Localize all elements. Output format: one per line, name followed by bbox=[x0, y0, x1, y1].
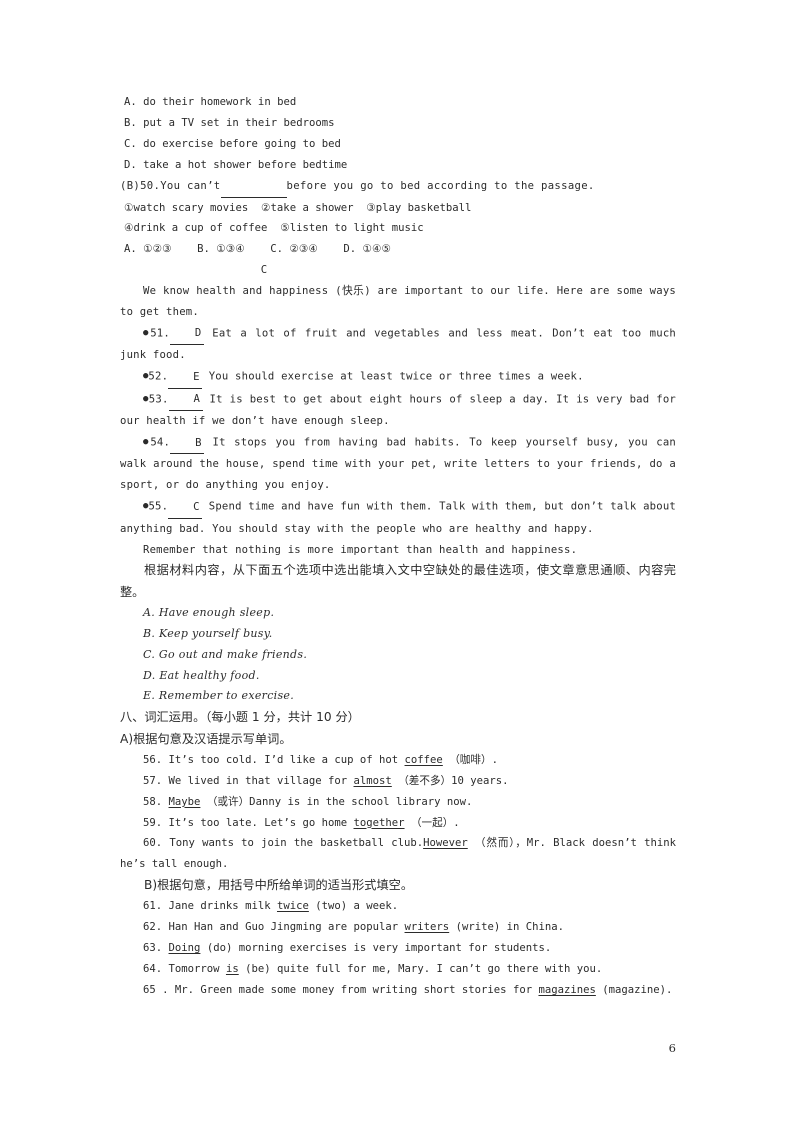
item-56-after: （咖啡）. bbox=[449, 753, 498, 766]
item-60-before: Tony wants to join the basketball club. bbox=[169, 837, 424, 850]
item-61-after: (two) a week. bbox=[315, 900, 399, 913]
item-60: 60. Tony wants to join the basketball cl… bbox=[120, 833, 676, 875]
section-eight-part-a-heading: A)根据句意及汉语提示写单词。 bbox=[120, 731, 292, 746]
item-57-number: 57. bbox=[143, 774, 163, 787]
item-60-number: 60. bbox=[143, 837, 163, 850]
passage-item-54: ●54. B It stops you from having bad habit… bbox=[120, 432, 676, 496]
passage-item-53: ●53. A It is best to get about eight hour… bbox=[120, 389, 676, 432]
passage-item-52-number: 52. bbox=[148, 370, 169, 383]
question-50-answer-tag: (B) bbox=[120, 179, 141, 192]
passage-item-55: ●55. C Spend time and have fun with them.… bbox=[120, 496, 676, 539]
passage-item-51-answer: D bbox=[169, 323, 204, 346]
item-56-number: 56. bbox=[143, 753, 163, 766]
passage-item-51: ●51. D Eat a lot of fruit and vegetables … bbox=[120, 323, 676, 366]
question-50-items-line2: ④drink a cup of coffee ⑤listen to light … bbox=[124, 222, 424, 235]
passage-item-55-number: 55. bbox=[148, 500, 169, 513]
item-65: 65 . Mr. Green made some money from writ… bbox=[120, 980, 676, 1001]
item-58-answer: Maybe bbox=[168, 795, 201, 808]
item-58: 58. Maybe （或许）Danny is in the school lib… bbox=[120, 792, 676, 813]
item-61-answer: twice bbox=[276, 900, 309, 913]
item-60-answer: However bbox=[423, 837, 468, 850]
lettered-option-b: B. Keep yourself busy. bbox=[143, 626, 273, 640]
question-50-text-before: You can’t bbox=[160, 179, 221, 192]
section-eight-heading: 八、词汇运用。（每小题 1 分，共计 10 分） bbox=[120, 710, 360, 725]
passage-item-53-text: It is best to get about eight hours of s… bbox=[120, 393, 676, 428]
choice-b-q49: B. put a TV set in their bedrooms bbox=[124, 116, 335, 129]
item-57-answer: almost bbox=[353, 774, 392, 787]
document-page: A. do their homework in bed B. put a TV … bbox=[0, 0, 794, 1123]
passage-item-54-answer: B bbox=[170, 433, 205, 455]
passage-item-53-number: 53. bbox=[148, 393, 169, 406]
item-59-number: 59. bbox=[143, 816, 163, 829]
lettered-option-e: E. Remember to exercise. bbox=[143, 689, 295, 703]
passage-item-55-text: Spend time and have fun with them. Talk … bbox=[120, 500, 676, 535]
item-59: 59. It’s too late. Let’s go home togethe… bbox=[120, 813, 676, 834]
question-50-blank bbox=[220, 176, 287, 198]
item-62-after: (write) in China. bbox=[455, 921, 565, 934]
item-59-after: （一起）. bbox=[410, 816, 460, 829]
lettered-option-c: C. Go out and make friends. bbox=[143, 647, 308, 661]
lettered-option-d: D. Eat healthy food. bbox=[143, 668, 260, 682]
passage-item-53-answer: A bbox=[168, 389, 203, 412]
item-64-answer: is bbox=[225, 963, 239, 976]
item-57-before: We lived in that village for bbox=[168, 774, 348, 787]
item-65-number: 65 . bbox=[143, 984, 169, 997]
question-50-text-after: before you go to bed according to the pa… bbox=[286, 179, 595, 192]
item-62: 62. Han Han and Guo Jingming are popular… bbox=[120, 917, 676, 938]
item-59-before: It’s too late. Let’s go home bbox=[168, 816, 348, 829]
choice-a-q49: A. do their homework in bed bbox=[124, 96, 297, 108]
item-59-answer: together bbox=[353, 816, 405, 829]
item-62-before: Han Han and Guo Jingming are popular bbox=[168, 921, 399, 934]
question-50-choices: A. ①②③ B. ①③④ C. ②③④ D. ①④⑤ bbox=[124, 243, 392, 256]
item-62-answer: writers bbox=[404, 921, 450, 934]
item-57-after: （差不多）10 years. bbox=[398, 774, 509, 787]
answer-mark-c: C bbox=[260, 264, 268, 277]
item-56: 56. It’s too cold. I’d like a cup of hot… bbox=[120, 750, 676, 771]
passage-item-54-text: It stops you from having bad habits. To … bbox=[120, 436, 677, 492]
item-57: 57. We lived in that village for almost … bbox=[120, 771, 676, 792]
passage-instruction-cn: 根据材料内容，从下面五个选项中选出能填入文中空缺处的最佳选项，使文章意思通顺、内… bbox=[120, 563, 676, 599]
item-56-answer: coffee bbox=[404, 753, 443, 766]
choice-c-q49: C. do exercise before going to bed bbox=[124, 137, 341, 150]
item-63-after: (do) morning exercises is very important… bbox=[206, 942, 552, 955]
item-61-number: 61. bbox=[143, 900, 163, 913]
item-61-before: Jane drinks milk bbox=[168, 900, 271, 913]
passage-item-52-text: You should exercise at least twice or th… bbox=[208, 370, 584, 383]
lettered-option-a: A. Have enough sleep. bbox=[143, 605, 275, 619]
passage-intro: We know health and happiness (快乐) are im… bbox=[120, 285, 676, 319]
item-63-number: 63. bbox=[143, 942, 163, 955]
passage-closing: Remember that nothing is more important … bbox=[143, 543, 578, 556]
passage-item-52-answer: E bbox=[168, 367, 203, 389]
item-65-after: (magazine). bbox=[602, 984, 673, 997]
choice-d-q49: D. take a hot shower before bedtime bbox=[124, 158, 348, 171]
question-50-number: 50. bbox=[140, 179, 161, 192]
item-65-before: Mr. Green made some money from writing s… bbox=[174, 984, 533, 997]
page-number: 6 bbox=[668, 1041, 676, 1055]
item-61: 61. Jane drinks milk twice (two) a week. bbox=[120, 896, 676, 917]
item-63: 63. Doing (do) morning exercises is very… bbox=[120, 938, 676, 959]
question-50-stem: (B)50.You can’t before you go to bed acc… bbox=[120, 176, 676, 198]
item-62-number: 62. bbox=[143, 921, 163, 934]
passage-item-55-answer: C bbox=[168, 497, 203, 519]
item-65-answer: magazines bbox=[538, 984, 596, 997]
passage-item-51-number: 51. bbox=[150, 327, 170, 340]
item-64-before: Tomorrow bbox=[168, 963, 220, 976]
item-64-number: 64. bbox=[143, 963, 163, 976]
item-58-number: 58. bbox=[143, 795, 163, 808]
item-63-answer: Doing bbox=[168, 942, 201, 955]
item-56-before: It’s too cold. I’d like a cup of hot bbox=[168, 753, 399, 766]
page-content: A. do their homework in bed B. put a TV … bbox=[120, 92, 676, 1001]
passage-item-54-number: 54. bbox=[150, 436, 171, 449]
question-50-items-line1: ①watch scary movies ②take a shower ③play… bbox=[124, 201, 472, 214]
item-64-after: (be) quite full for me, Mary. I can’t go… bbox=[245, 963, 603, 976]
passage-item-52: ●52. E You should exercise at least twice… bbox=[120, 366, 676, 389]
item-64: 64. Tomorrow is (be) quite full for me, … bbox=[120, 959, 676, 980]
item-58-after: （或许）Danny is in the school library now. bbox=[206, 795, 473, 808]
section-eight-part-b-heading: B)根据句意，用括号中所给单词的适当形式填空。 bbox=[144, 878, 414, 893]
